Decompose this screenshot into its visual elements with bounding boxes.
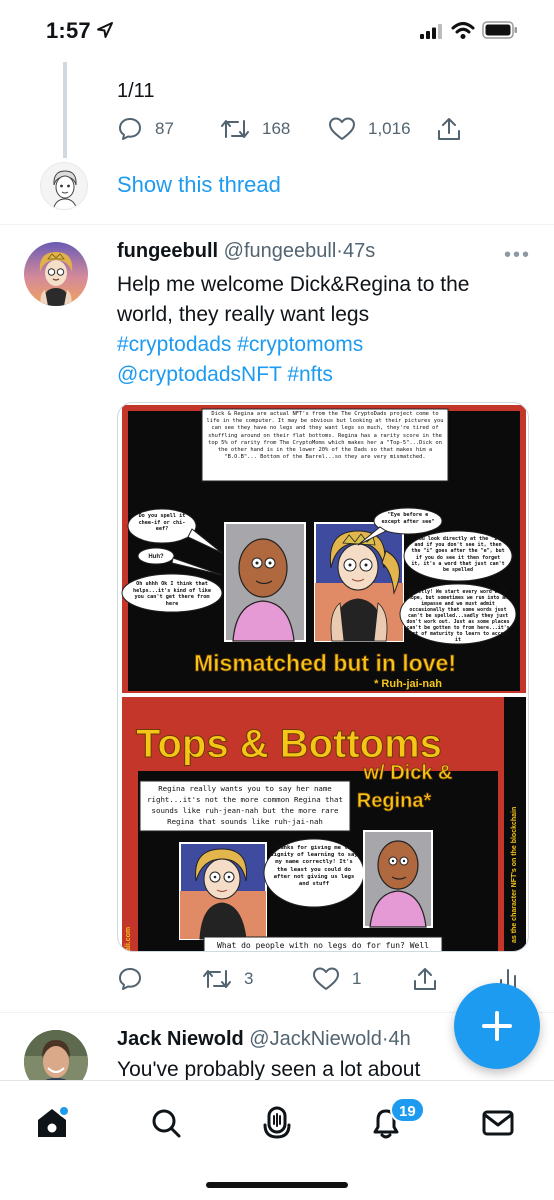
comic-bubble: Thanks for giving me the dignity of lear…	[270, 845, 358, 888]
home-icon	[38, 1105, 70, 1137]
mail-icon	[482, 1110, 514, 1136]
share-button[interactable]	[436, 116, 462, 142]
author-avatar[interactable]	[24, 242, 88, 306]
avatar-illustration	[24, 242, 88, 306]
battery-icon	[482, 21, 517, 39]
reply-button[interactable]	[117, 966, 143, 992]
reply-button[interactable]: 87	[117, 116, 174, 142]
author-handle[interactable]: @fungeebull	[224, 240, 337, 262]
home-indicator	[206, 1182, 348, 1188]
next-tweet-text: You've probably seen a lot about	[117, 1058, 421, 1081]
tweet-text: Help me welcome Dick&Regina to the world…	[117, 270, 527, 390]
tweet-time: 47s	[342, 240, 376, 262]
wifi-icon	[451, 22, 475, 39]
tweet-text-line: Help me welcome Dick&Regina to the	[117, 273, 470, 296]
share-icon	[414, 968, 436, 990]
header-separator: ·	[336, 240, 343, 262]
next-author-name[interactable]: Jack Niewold	[117, 1028, 244, 1050]
signal-icon	[420, 24, 442, 39]
avatar-illustration	[41, 163, 87, 209]
mention-link[interactable]: @cryptodadsNFT	[117, 363, 281, 386]
comic-caption-partial: What do people with no legs do for fun? …	[217, 941, 429, 950]
comic-caption-bottom: Regina really wants you to say her name …	[147, 784, 343, 826]
reply-icon	[119, 118, 141, 140]
like-count: 1,016	[368, 119, 411, 138]
like-button[interactable]: 1	[312, 966, 361, 992]
hashtag-link[interactable]: #nfts	[287, 363, 333, 386]
comic-side-text: as the character NFT's on the blockchain	[511, 807, 518, 943]
share-button[interactable]	[412, 966, 438, 992]
tweet-text-line: world, they really want legs	[117, 303, 370, 326]
tweet-header: fungeebull @fungeebull·47s	[117, 240, 375, 263]
comic-subtitle: Regina*	[357, 790, 432, 812]
comic-bubble: Oh uhhh Ok I think that helps...it's kin…	[132, 581, 212, 607]
comic-bubble: Huh?	[148, 554, 164, 560]
comic-title-mismatched: Mismatched but in love!	[194, 650, 456, 676]
heart-icon	[313, 967, 339, 990]
comic-bubble: You look directly at the "i" and if you …	[411, 536, 505, 574]
comic-caption-top: Dick & Regina are actual NFT's from the …	[206, 411, 444, 461]
retweet-count: 3	[244, 969, 254, 988]
comic-bubble: Do you spell it chee-if or chi-eef?	[138, 513, 186, 533]
search-icon	[152, 1109, 181, 1138]
tweet-media-image[interactable]: Dick & Regina are actual NFT's from the …	[117, 402, 529, 952]
retweet-count: 168	[262, 119, 291, 138]
hashtag-link[interactable]: #cryptodads	[117, 333, 231, 356]
divider	[0, 224, 554, 225]
comic-side-text: ali.com	[125, 927, 132, 951]
tab-spaces[interactable]	[257, 1103, 297, 1143]
comic-title-tops: Tops & Bottoms	[136, 722, 442, 766]
retweet-button[interactable]: 3	[202, 966, 253, 992]
reply-count: 87	[155, 119, 174, 138]
comic-bubble: Exactly! We start every word with hope, …	[406, 589, 510, 641]
compose-tweet-button[interactable]	[454, 983, 540, 1069]
comic-bubble: "Eye before e except after see"	[381, 512, 435, 525]
heart-icon	[329, 117, 355, 140]
comic-pronunciation: * Ruh-jai-nah	[374, 678, 442, 690]
status-time: 1:57	[46, 18, 91, 43]
like-button[interactable]: 1,016	[328, 116, 411, 142]
thread-author-avatar[interactable]	[40, 162, 88, 210]
retweet-icon	[203, 970, 231, 988]
previous-tweet-actions: 87 168 1,016	[0, 116, 554, 144]
next-author-handle[interactable]: @JackNiewold	[249, 1028, 382, 1050]
tab-home[interactable]	[32, 1103, 72, 1143]
location-arrow-icon	[97, 22, 113, 38]
thread-count: 1/11	[117, 80, 155, 102]
tab-messages[interactable]	[478, 1103, 518, 1143]
author-name[interactable]: fungeebull	[117, 240, 218, 262]
comic-subtitle: w/ Dick &	[363, 762, 453, 784]
like-count: 1	[352, 969, 362, 988]
tab-search[interactable]	[146, 1103, 186, 1143]
retweet-button[interactable]: 168	[220, 116, 290, 142]
notifications-badge: 19	[390, 1097, 425, 1123]
retweet-icon	[221, 120, 249, 138]
more-options-icon[interactable]: •••	[504, 244, 531, 267]
show-thread-link[interactable]: Show this thread	[117, 172, 281, 198]
status-bar: 1:57	[0, 0, 554, 62]
next-tweet-time: 4h	[388, 1028, 411, 1050]
reply-icon	[119, 968, 141, 990]
header-separator: ·	[381, 1028, 389, 1050]
plus-icon	[482, 1011, 512, 1041]
hashtag-link[interactable]: #cryptomoms	[237, 333, 363, 356]
comic-illustration: Dick & Regina are actual NFT's from the …	[121, 405, 526, 951]
share-icon	[438, 118, 460, 140]
spaces-microphone-icon	[263, 1106, 291, 1139]
next-tweet-header: Jack Niewold @JackNiewold·4h	[117, 1028, 411, 1051]
